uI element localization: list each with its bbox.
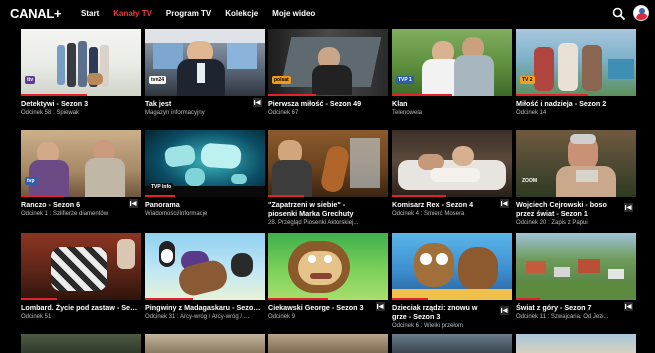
channel-logo: TVP 1 [396, 76, 414, 84]
watch-progress [516, 94, 588, 96]
search-icon[interactable] [612, 7, 626, 21]
program-thumbnail[interactable]: TVP Info [145, 130, 265, 197]
program-thumbnail[interactable] [392, 334, 512, 353]
program-thumbnail[interactable]: ttv [21, 29, 141, 96]
program-title: Klan [392, 99, 408, 108]
program-title: Pierwsza miłość - Sezon 49 [268, 99, 362, 108]
program-thumbnail[interactable] [268, 130, 388, 197]
top-bar: CANAL+ Start Kanały TV Program TV Kolekc… [0, 0, 655, 28]
watch-progress [145, 195, 175, 197]
watch-progress [21, 298, 57, 300]
restart-button[interactable] [624, 203, 633, 212]
nav-kanaly-tv[interactable]: Kanały TV [113, 9, 152, 18]
program-title: Lombard. Życie pod zastaw - Sezon 16 [21, 303, 139, 312]
program-subtitle: Odcinek 6 : Wielki przełom [392, 323, 464, 329]
program-subtitle: Magazyn informacyjny [145, 110, 205, 116]
program-subtitle: Odcinek 58 : Śpiewak [21, 110, 80, 116]
program-subtitle: 28. Przegląd Piosenki Aktorskiej... [268, 220, 359, 226]
program-title: Miłość i nadzieja - Sezon 2 [516, 99, 607, 108]
program-subtitle: Odcinek 4 : Śmierć Mosera [392, 211, 465, 217]
channel-logo: ZOOM [522, 178, 537, 184]
restart-button[interactable] [129, 199, 138, 208]
nav-program-tv[interactable]: Program TV [166, 9, 211, 18]
restart-button[interactable] [253, 98, 262, 107]
program-thumbnail[interactable]: polsat [268, 29, 388, 96]
program-thumbnail[interactable] [516, 334, 636, 353]
program-thumbnail[interactable] [392, 130, 512, 197]
program-thumbnail[interactable]: TV 2 [516, 29, 636, 96]
program-thumbnail[interactable] [145, 233, 265, 300]
nav-kolekcje[interactable]: Kolekcje [225, 9, 258, 18]
program-thumbnail[interactable] [145, 334, 265, 353]
program-thumbnail[interactable] [268, 233, 388, 300]
program-title: Wojciech Cejrowski - boso przez świat - … [516, 200, 607, 218]
watch-progress [21, 195, 63, 197]
program-thumbnail[interactable]: ZOOM [516, 130, 636, 197]
channel-logo: TV 2 [520, 76, 535, 84]
channel-logo: polsat [272, 76, 291, 84]
program-thumbnail[interactable]: tvn24 [145, 29, 265, 96]
program-subtitle: Odcinek 67 [268, 110, 299, 116]
program-title: Detektywi - Sezon 3 [21, 99, 89, 108]
channel-logo: tvp [25, 177, 37, 185]
main-nav: Start Kanały TV Program TV Kolekcje Moje… [81, 9, 329, 18]
restart-button[interactable] [500, 199, 509, 208]
channel-logo: tvn24 [149, 76, 167, 84]
watch-progress [145, 298, 193, 300]
program-thumbnail[interactable]: tvp [21, 130, 141, 197]
profile-avatar[interactable] [633, 5, 649, 21]
watch-progress [268, 195, 304, 197]
nav-moje-wideo[interactable]: Moje wideo [272, 9, 315, 18]
program-subtitle: Odcinek 9 [268, 314, 296, 320]
program-subtitle: Odcinek 14 [516, 110, 547, 116]
watch-progress [268, 94, 316, 96]
program-title: Pingwiny z Madagaskaru - Sezon 2 [145, 303, 263, 312]
program-thumbnail[interactable] [268, 334, 388, 353]
restart-button[interactable] [624, 302, 633, 311]
program-thumbnail[interactable]: TVP 1 [392, 29, 512, 96]
program-title: "Zapatrzeni w siebie" - piosenki Marka G… [268, 200, 354, 218]
program-subtitle: Wiadomości/Informacje [145, 211, 208, 217]
channel-logo: ttv [25, 76, 36, 84]
canal-plus-logo[interactable]: CANAL+ [10, 6, 62, 21]
program-title: Komisarz Rex - Sezon 4 [392, 200, 474, 209]
program-subtitle: Odcinek 31 : Arcy-wróg / Arcy-wróg / Wie… [145, 314, 255, 320]
program-thumbnail[interactable] [516, 233, 636, 300]
channel-logo: TVP Info [149, 183, 174, 191]
program-thumbnail[interactable] [21, 233, 141, 300]
program-subtitle: Telenowela [392, 110, 423, 116]
watch-progress [392, 94, 452, 96]
restart-button[interactable] [500, 306, 509, 315]
program-title: Tak jest [145, 99, 172, 108]
program-subtitle: Odcinek 11 : Szwajcaria. Od Jezi... [516, 314, 609, 320]
logo-text: CANAL+ [10, 6, 62, 21]
program-thumbnail[interactable] [21, 334, 141, 353]
program-title: Świat z góry - Sezon 7 [516, 303, 592, 312]
program-subtitle: Odcinek 1 : Szlifierze diamentów [21, 211, 109, 217]
program-title: Ciekawski George - Sezon 3 [268, 303, 364, 312]
program-title: Dzieciak rządzi: znowu w grze - Sezon 3 [392, 303, 478, 321]
watch-progress [21, 94, 87, 96]
watch-progress [392, 195, 446, 197]
program-thumbnail[interactable] [392, 233, 512, 300]
program-subtitle: Odcinek 20 : Zapis z Papui [516, 220, 588, 226]
watch-progress [268, 298, 328, 300]
program-title: Ranczo - Sezon 6 [21, 200, 81, 209]
program-title: Panorama [145, 200, 180, 209]
restart-button[interactable] [376, 302, 385, 311]
program-subtitle: Odcinek 51 [21, 314, 52, 320]
nav-start[interactable]: Start [81, 9, 99, 18]
watch-progress [516, 298, 540, 300]
watch-progress [392, 298, 428, 300]
